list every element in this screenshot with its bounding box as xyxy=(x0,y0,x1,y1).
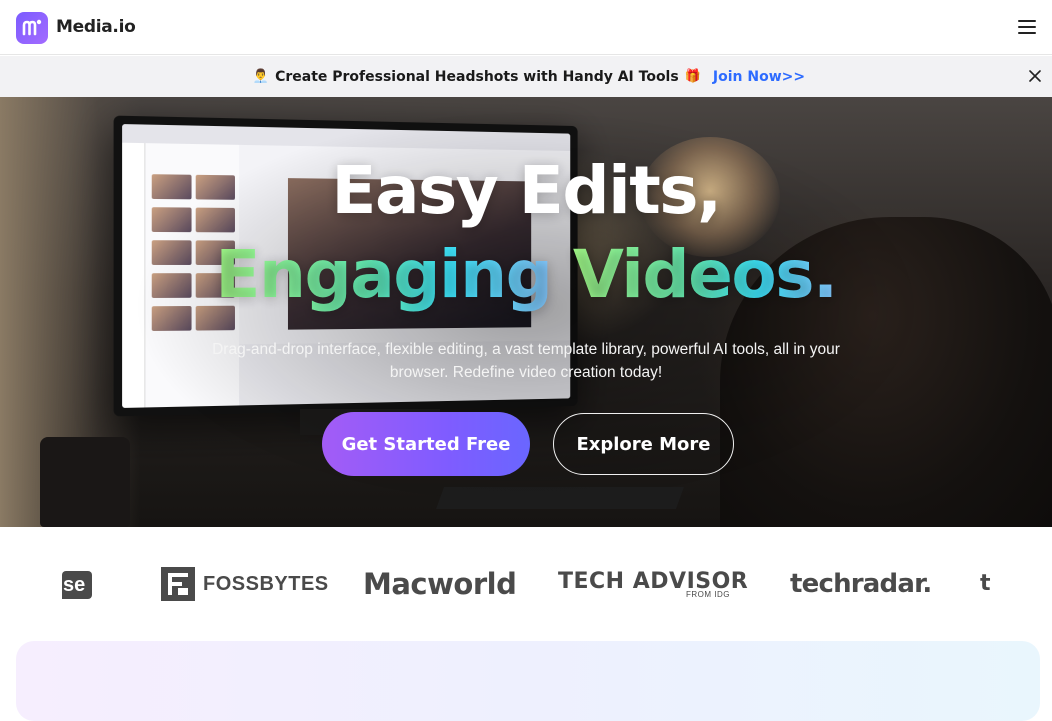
fossbytes-mark-icon xyxy=(161,567,195,601)
techradar-logo: techradar. xyxy=(790,569,932,599)
logo-glyph xyxy=(22,19,42,36)
promo-text: Create Professional Headshots with Handy… xyxy=(275,68,679,85)
techadvisor-sub-logo: FROM IDG xyxy=(686,590,730,599)
hero-title-engaging: Engaging xyxy=(215,236,552,313)
menu-line xyxy=(1018,26,1036,28)
site-header: Media.io xyxy=(0,0,1052,55)
hero-title-line1: Easy Edits, xyxy=(331,152,722,229)
press-logos-strip: se FOSSBYTES Macworld TECH ADVISOR FROM … xyxy=(0,527,1052,640)
menu-line xyxy=(1018,32,1036,34)
fossbytes-wordmark: FOSSBYTES xyxy=(203,572,329,595)
headshot-emoji-icon: 👨‍💼 xyxy=(252,69,270,84)
partial-logo: t xyxy=(980,571,991,596)
menu-line xyxy=(1018,20,1036,22)
gift-icon: 🎁 xyxy=(684,69,701,84)
media-io-logo-icon[interactable] xyxy=(16,12,48,44)
se-partial-logo: se xyxy=(62,571,92,599)
close-icon[interactable] xyxy=(1029,70,1041,82)
fossbytes-logo: FOSSBYTES xyxy=(161,567,329,601)
macworld-logo: Macworld xyxy=(363,567,517,601)
explore-more-button[interactable]: Explore More xyxy=(553,413,734,475)
brand-name[interactable]: Media.io xyxy=(56,17,136,37)
hero-title-videos: Videos. xyxy=(572,236,838,313)
hero-section: Easy Edits, Engaging Videos. Drag-and-dr… xyxy=(0,97,1052,527)
hero-title: Easy Edits, Engaging Videos. xyxy=(0,149,1052,317)
hamburger-menu-icon[interactable] xyxy=(1018,20,1036,34)
promo-banner: 👨‍💼 Create Professional Headshots with H… xyxy=(0,56,1052,97)
join-now-link[interactable]: Join Now>> xyxy=(713,69,805,85)
feature-card xyxy=(16,641,1040,721)
hero-subtitle: Drag-and-drop interface, flexible editin… xyxy=(212,341,840,381)
hero-title-line2: Engaging Videos. xyxy=(0,233,1052,317)
get-started-free-button[interactable]: Get Started Free xyxy=(322,412,530,476)
